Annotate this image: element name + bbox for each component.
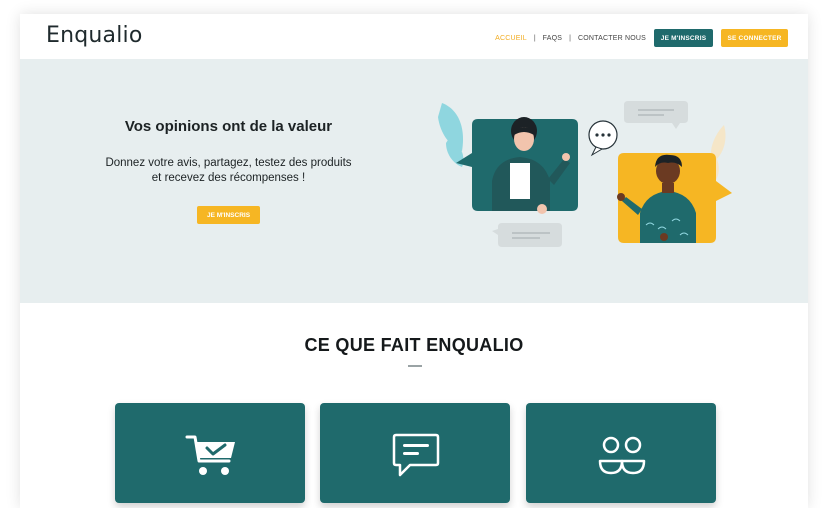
feature-card-reviews[interactable]	[320, 403, 510, 503]
nav-link-faqs[interactable]: FAQS	[543, 35, 562, 42]
page: Enqualio ACCUEIL | FAQS | CONTACTER NOUS…	[20, 14, 808, 508]
site-header: Enqualio ACCUEIL | FAQS | CONTACTER NOUS…	[20, 14, 808, 59]
feature-card-products[interactable]	[115, 403, 305, 503]
hero-signup-button[interactable]: JE M'INSCRIS	[197, 206, 260, 224]
signup-button[interactable]: JE M'INSCRIS	[654, 29, 713, 47]
nav-separator: |	[533, 34, 536, 42]
message-bubble-icon	[492, 223, 562, 247]
feature-card-community[interactable]	[526, 403, 716, 503]
users-icon	[598, 436, 646, 475]
chat-bubble-icon	[392, 433, 440, 477]
hero-subtitle-line: et recevez des récompenses !	[151, 172, 306, 184]
hero-section: Vos opinions ont de la valeur Donnez vot…	[20, 59, 808, 303]
nav-separator: |	[569, 34, 571, 42]
login-button[interactable]: SE CONNECTER	[721, 29, 788, 47]
cart-check-icon	[185, 435, 235, 475]
main-nav: ACCUEIL | FAQS | CONTACTER NOUS JE M'INS…	[495, 29, 788, 47]
logo[interactable]: Enqualio	[46, 23, 143, 48]
section-title: CE QUE FAIT ENQUALIO	[304, 335, 524, 355]
hero-subtitle: Donnez votre avis, partagez, testez des …	[80, 156, 377, 186]
section-divider	[408, 365, 422, 367]
nav-link-contact[interactable]: CONTACTER NOUS	[578, 35, 646, 42]
conversation-illustration	[438, 101, 732, 247]
nav-link-accueil[interactable]: ACCUEIL	[495, 35, 527, 42]
hero-title: Vos opinions ont de la valeur	[124, 118, 333, 135]
hero-subtitle-line: Donnez votre avis, partagez, testez des …	[105, 157, 352, 169]
woman-scarf	[510, 163, 530, 199]
